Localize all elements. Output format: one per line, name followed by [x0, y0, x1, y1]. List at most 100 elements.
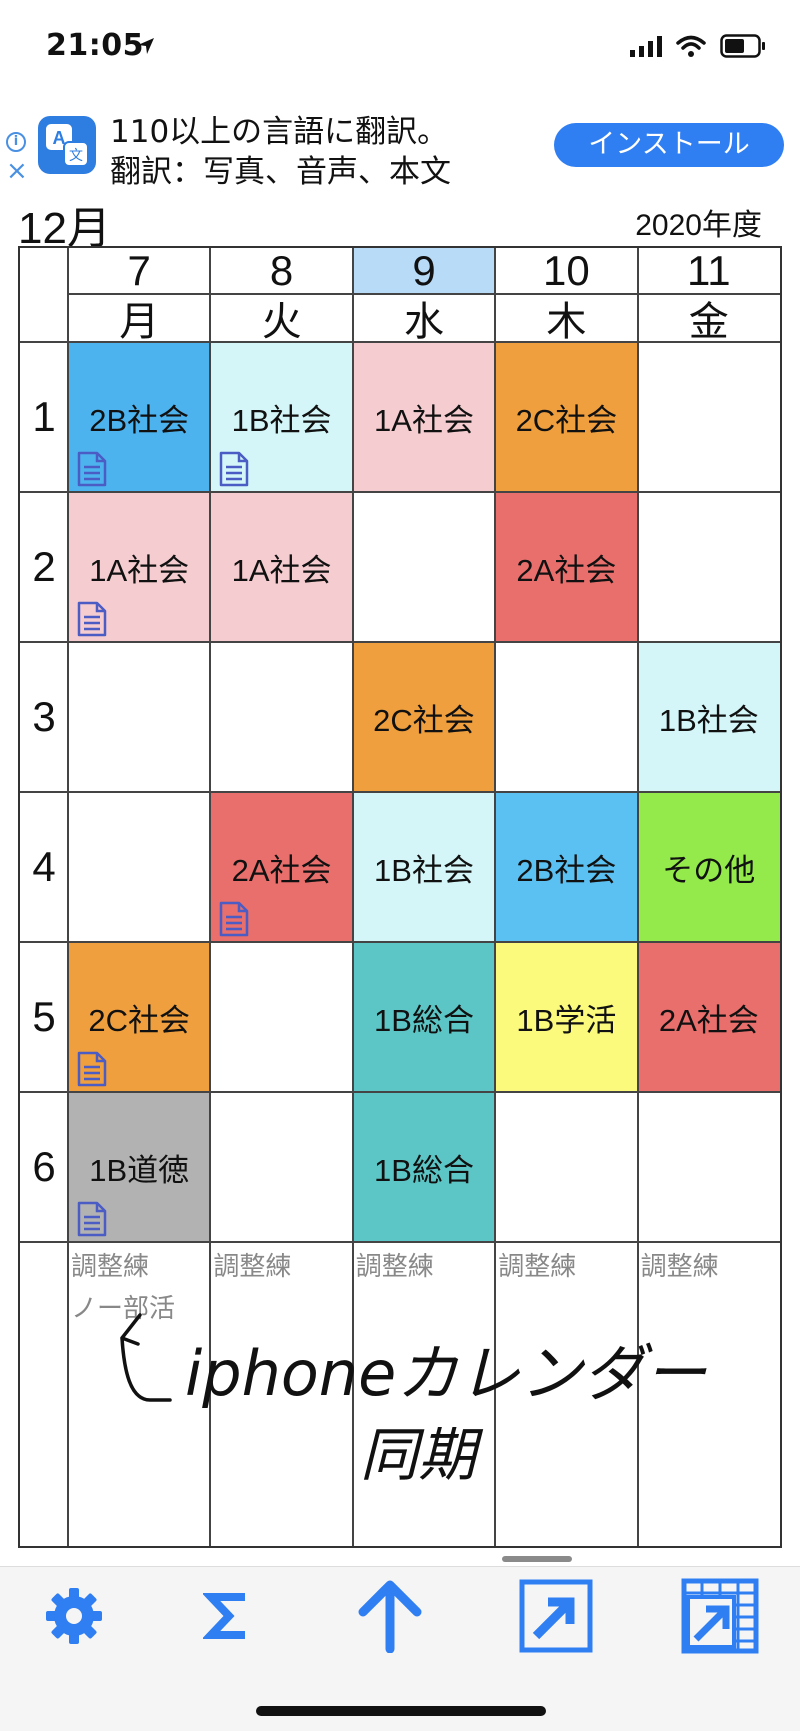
day-name-9[interactable]: 水 [353, 294, 495, 344]
export-icon [519, 1579, 593, 1653]
lesson-cell[interactable]: 1A社会 [352, 342, 496, 492]
day-number-9[interactable]: 9 [352, 247, 496, 294]
lesson-label: 2A社会 [516, 552, 617, 588]
status-bar: 21:05 [0, 0, 800, 100]
lesson-cell[interactable] [210, 942, 353, 1092]
memo-text: 調整練 [71, 1252, 150, 1282]
day-name-8[interactable]: 火 [210, 294, 352, 344]
export-button[interactable] [516, 1576, 596, 1656]
lesson-label: 1B学活 [516, 1002, 617, 1038]
lesson-label: 1B総合 [374, 1002, 474, 1038]
grid-line [68, 293, 780, 295]
lesson-label: 2C社会 [515, 402, 618, 438]
lesson-cell[interactable] [637, 1092, 780, 1242]
lesson-cell[interactable]: 2C社会 [495, 342, 638, 492]
sum-button[interactable] [188, 1576, 268, 1656]
lesson-cell[interactable] [210, 642, 353, 792]
lesson-label: 2A社会 [658, 1002, 759, 1038]
period-label-3: 3 [32, 693, 56, 740]
grid-line [20, 791, 780, 793]
lesson-label: その他 [662, 852, 756, 888]
translate-app-icon[interactable]: A 文 [38, 116, 96, 174]
lesson-cell[interactable]: 1B社会 [210, 342, 353, 492]
lesson-cell[interactable] [352, 492, 496, 642]
lesson-cell[interactable]: 2C社会 [352, 642, 496, 792]
lesson-cell[interactable] [210, 1092, 353, 1242]
day-number-7[interactable]: 7 [68, 247, 211, 294]
lesson-cell[interactable] [495, 1092, 638, 1242]
lesson-cell[interactable]: 2C社会 [68, 942, 211, 1092]
lesson-label: 1B道徳 [89, 1152, 190, 1188]
memo-text: 調整練 [355, 1252, 434, 1282]
day-number-8[interactable]: 8 [210, 247, 353, 294]
grid-line [20, 491, 780, 493]
ad-close-icon[interactable]: × [6, 158, 28, 184]
lesson-cell[interactable]: 1B総合 [352, 1092, 496, 1242]
lesson-cell[interactable]: 2B社会 [495, 792, 638, 942]
note-icon[interactable] [218, 450, 250, 488]
translate-glyph-icon: A 文 [46, 124, 89, 167]
note-icon[interactable] [76, 600, 108, 638]
lesson-cell[interactable]: 2B社会 [68, 342, 211, 492]
handwritten-annotation: iphoneカレンダーと 同期 [120, 1313, 710, 1489]
lesson-cell[interactable]: 2A社会 [495, 492, 638, 642]
grid-export-icon [681, 1578, 759, 1654]
note-icon[interactable] [76, 450, 108, 488]
upload-button[interactable] [350, 1576, 430, 1656]
lesson-cell[interactable] [637, 342, 780, 492]
day-number-10[interactable]: 10 [495, 247, 638, 294]
ad-info-icon[interactable]: i [6, 132, 26, 152]
lesson-label: 1B社会 [374, 852, 474, 888]
grid-line [20, 1091, 780, 1093]
period-label-5: 5 [32, 993, 56, 1040]
sheet-handle[interactable] [502, 1556, 572, 1562]
lesson-cell[interactable] [637, 492, 780, 642]
settings-button[interactable] [34, 1576, 114, 1656]
handwriting-line1: iphoneカレンダーと [185, 1337, 710, 1410]
lesson-cell[interactable]: 1B学活 [495, 942, 638, 1092]
lesson-label: 1A社会 [231, 552, 332, 588]
lesson-label: 1A社会 [89, 552, 190, 588]
grid-line [20, 1241, 780, 1243]
lesson-cell[interactable]: 1B社会 [352, 792, 496, 942]
lesson-cell[interactable]: その他 [637, 792, 780, 942]
signal-icon [630, 36, 662, 57]
memo-text: 調整練 [213, 1252, 292, 1282]
install-button[interactable]: インストール [554, 123, 784, 167]
battery-icon [720, 34, 765, 58]
lesson-label: 2C社会 [88, 1002, 191, 1038]
ad-headline[interactable]: 110以上の言語に翻訳。 [110, 106, 448, 151]
grid-line [20, 341, 780, 343]
grid-line [20, 941, 780, 943]
lesson-cell[interactable] [68, 642, 211, 792]
lesson-label: 1B社会 [231, 402, 332, 438]
handwriting-line2: 同期 [360, 1421, 484, 1489]
period-label-6: 6 [32, 1143, 56, 1190]
status-time: 21:05 [46, 28, 144, 63]
note-icon[interactable] [218, 900, 250, 938]
lesson-cell[interactable]: 2A社会 [637, 942, 780, 1092]
lesson-cell[interactable]: 1B道徳 [68, 1092, 211, 1242]
note-icon[interactable] [76, 1050, 108, 1088]
home-indicator [256, 1706, 546, 1716]
grid-line [20, 641, 780, 643]
note-icon[interactable] [76, 1200, 108, 1238]
wifi-icon [676, 35, 706, 57]
day-name-7[interactable]: 月 [68, 294, 210, 344]
grid-export-button[interactable] [680, 1576, 760, 1656]
ad-subline[interactable]: 翻訳：写真、音声、本文 [110, 146, 451, 191]
lesson-cell[interactable]: 2A社会 [210, 792, 353, 942]
gear-icon [46, 1588, 102, 1644]
lesson-cell[interactable] [495, 642, 638, 792]
lesson-cell[interactable]: 1B社会 [637, 642, 780, 792]
lesson-cell[interactable]: 1B総合 [352, 942, 496, 1092]
lesson-label: 2C社会 [373, 702, 475, 738]
day-number-11[interactable]: 11 [637, 247, 780, 294]
memo-text: 調整練 [640, 1252, 719, 1282]
lesson-cell[interactable]: 1A社会 [68, 492, 211, 642]
day-name-10[interactable]: 木 [495, 294, 637, 344]
lesson-cell[interactable]: 1A社会 [210, 492, 353, 642]
svg-text:文: 文 [69, 148, 83, 164]
lesson-cell[interactable] [68, 792, 211, 942]
day-name-11[interactable]: 金 [638, 294, 780, 344]
